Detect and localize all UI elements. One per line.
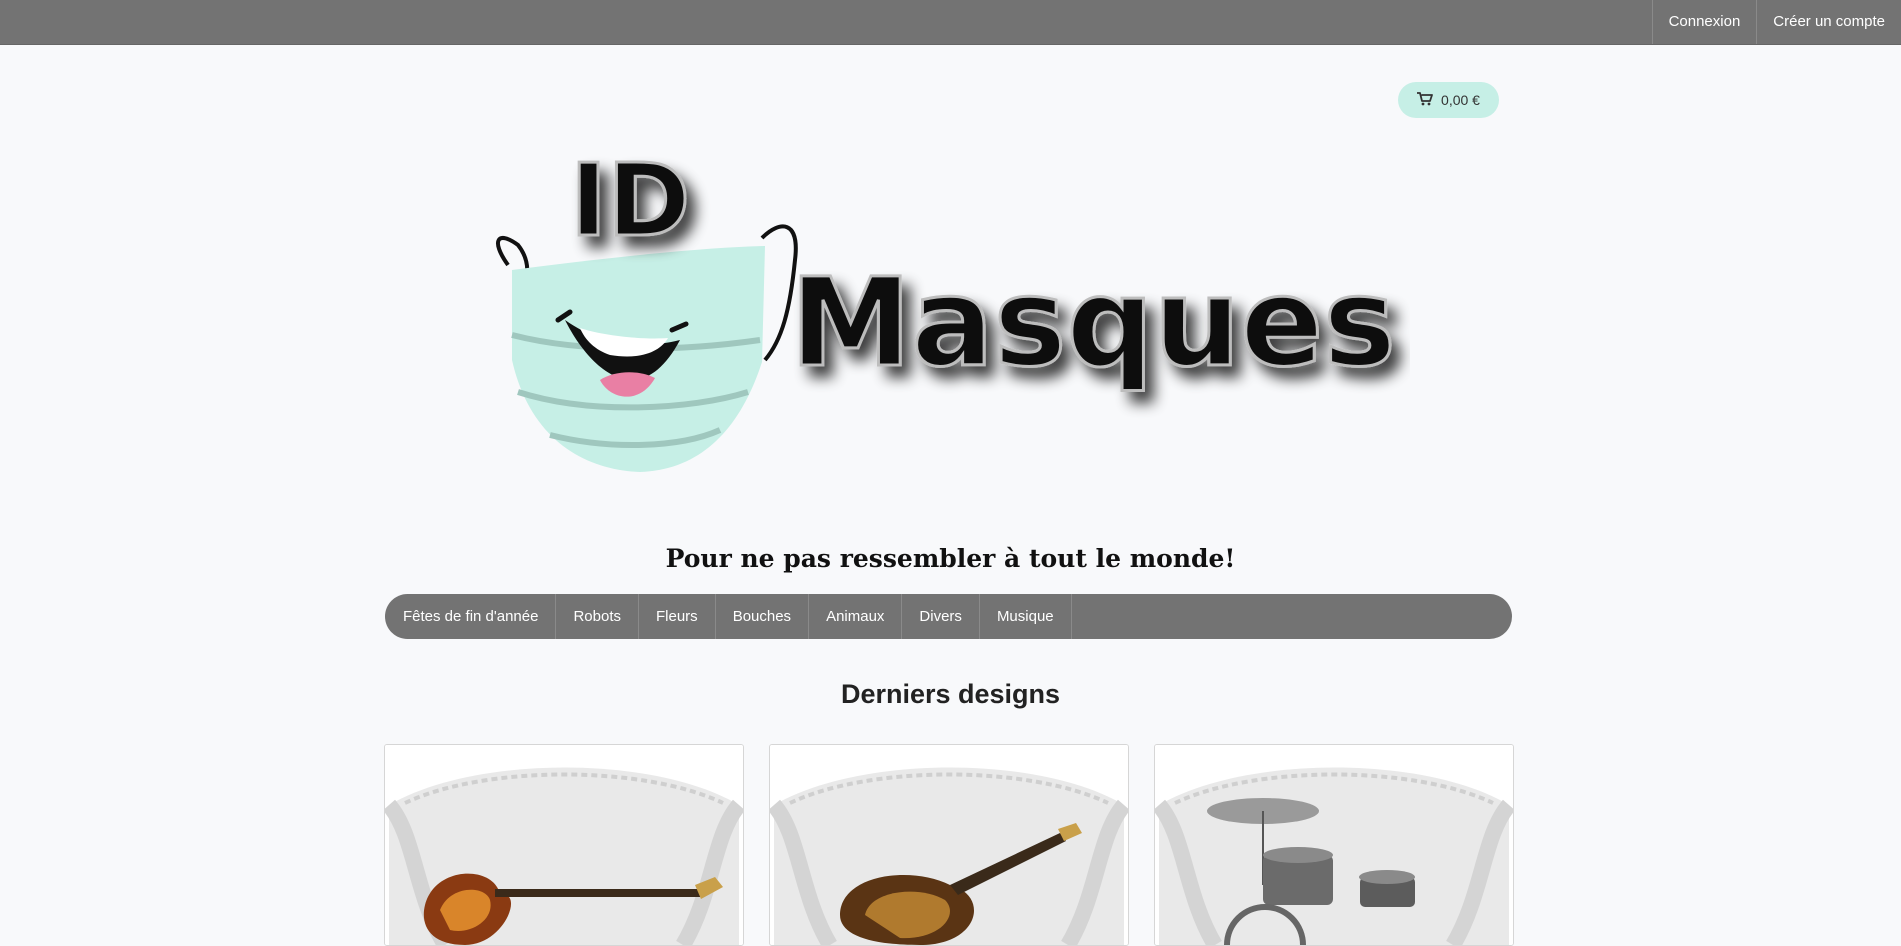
mask-bass-guitar-image — [385, 745, 743, 945]
nav-item-fleurs[interactable]: Fleurs — [639, 594, 716, 639]
cart-total: 0,00 € — [1441, 92, 1480, 108]
nav-item-fetes[interactable]: Fêtes de fin d'année — [385, 594, 557, 639]
mask-electric-guitar-image — [770, 745, 1128, 945]
register-link[interactable]: Créer un compte — [1756, 0, 1901, 44]
category-nav: Fêtes de fin d'année Robots Fleurs Bouch… — [385, 594, 1512, 639]
logo-text-top: ID — [570, 142, 690, 259]
product-card-guitar[interactable] — [769, 744, 1129, 946]
site-logo[interactable]: ID Masques — [490, 130, 1410, 480]
cart-button[interactable]: 0,00 € — [1398, 82, 1499, 118]
login-link[interactable]: Connexion — [1651, 0, 1757, 44]
nav-item-robots[interactable]: Robots — [556, 594, 639, 639]
tagline: Pour ne pas ressembler à tout le monde! — [665, 544, 1236, 573]
nav-item-bouches[interactable]: Bouches — [716, 594, 810, 639]
nav-item-animaux[interactable]: Animaux — [809, 594, 903, 639]
nav-item-musique[interactable]: Musique — [980, 594, 1072, 639]
nav-item-divers[interactable]: Divers — [902, 594, 980, 639]
section-title: Derniers designs — [840, 679, 1061, 709]
top-bar: Connexion Créer un compte — [0, 0, 1901, 45]
product-card-drums[interactable] — [1154, 744, 1514, 946]
logo-text-main: Masques — [790, 252, 1396, 394]
product-card-bass[interactable] — [384, 744, 744, 946]
account-links: Connexion Créer un compte — [1651, 0, 1901, 44]
cart-icon — [1417, 91, 1433, 109]
mask-drum-kit-image — [1155, 745, 1513, 945]
